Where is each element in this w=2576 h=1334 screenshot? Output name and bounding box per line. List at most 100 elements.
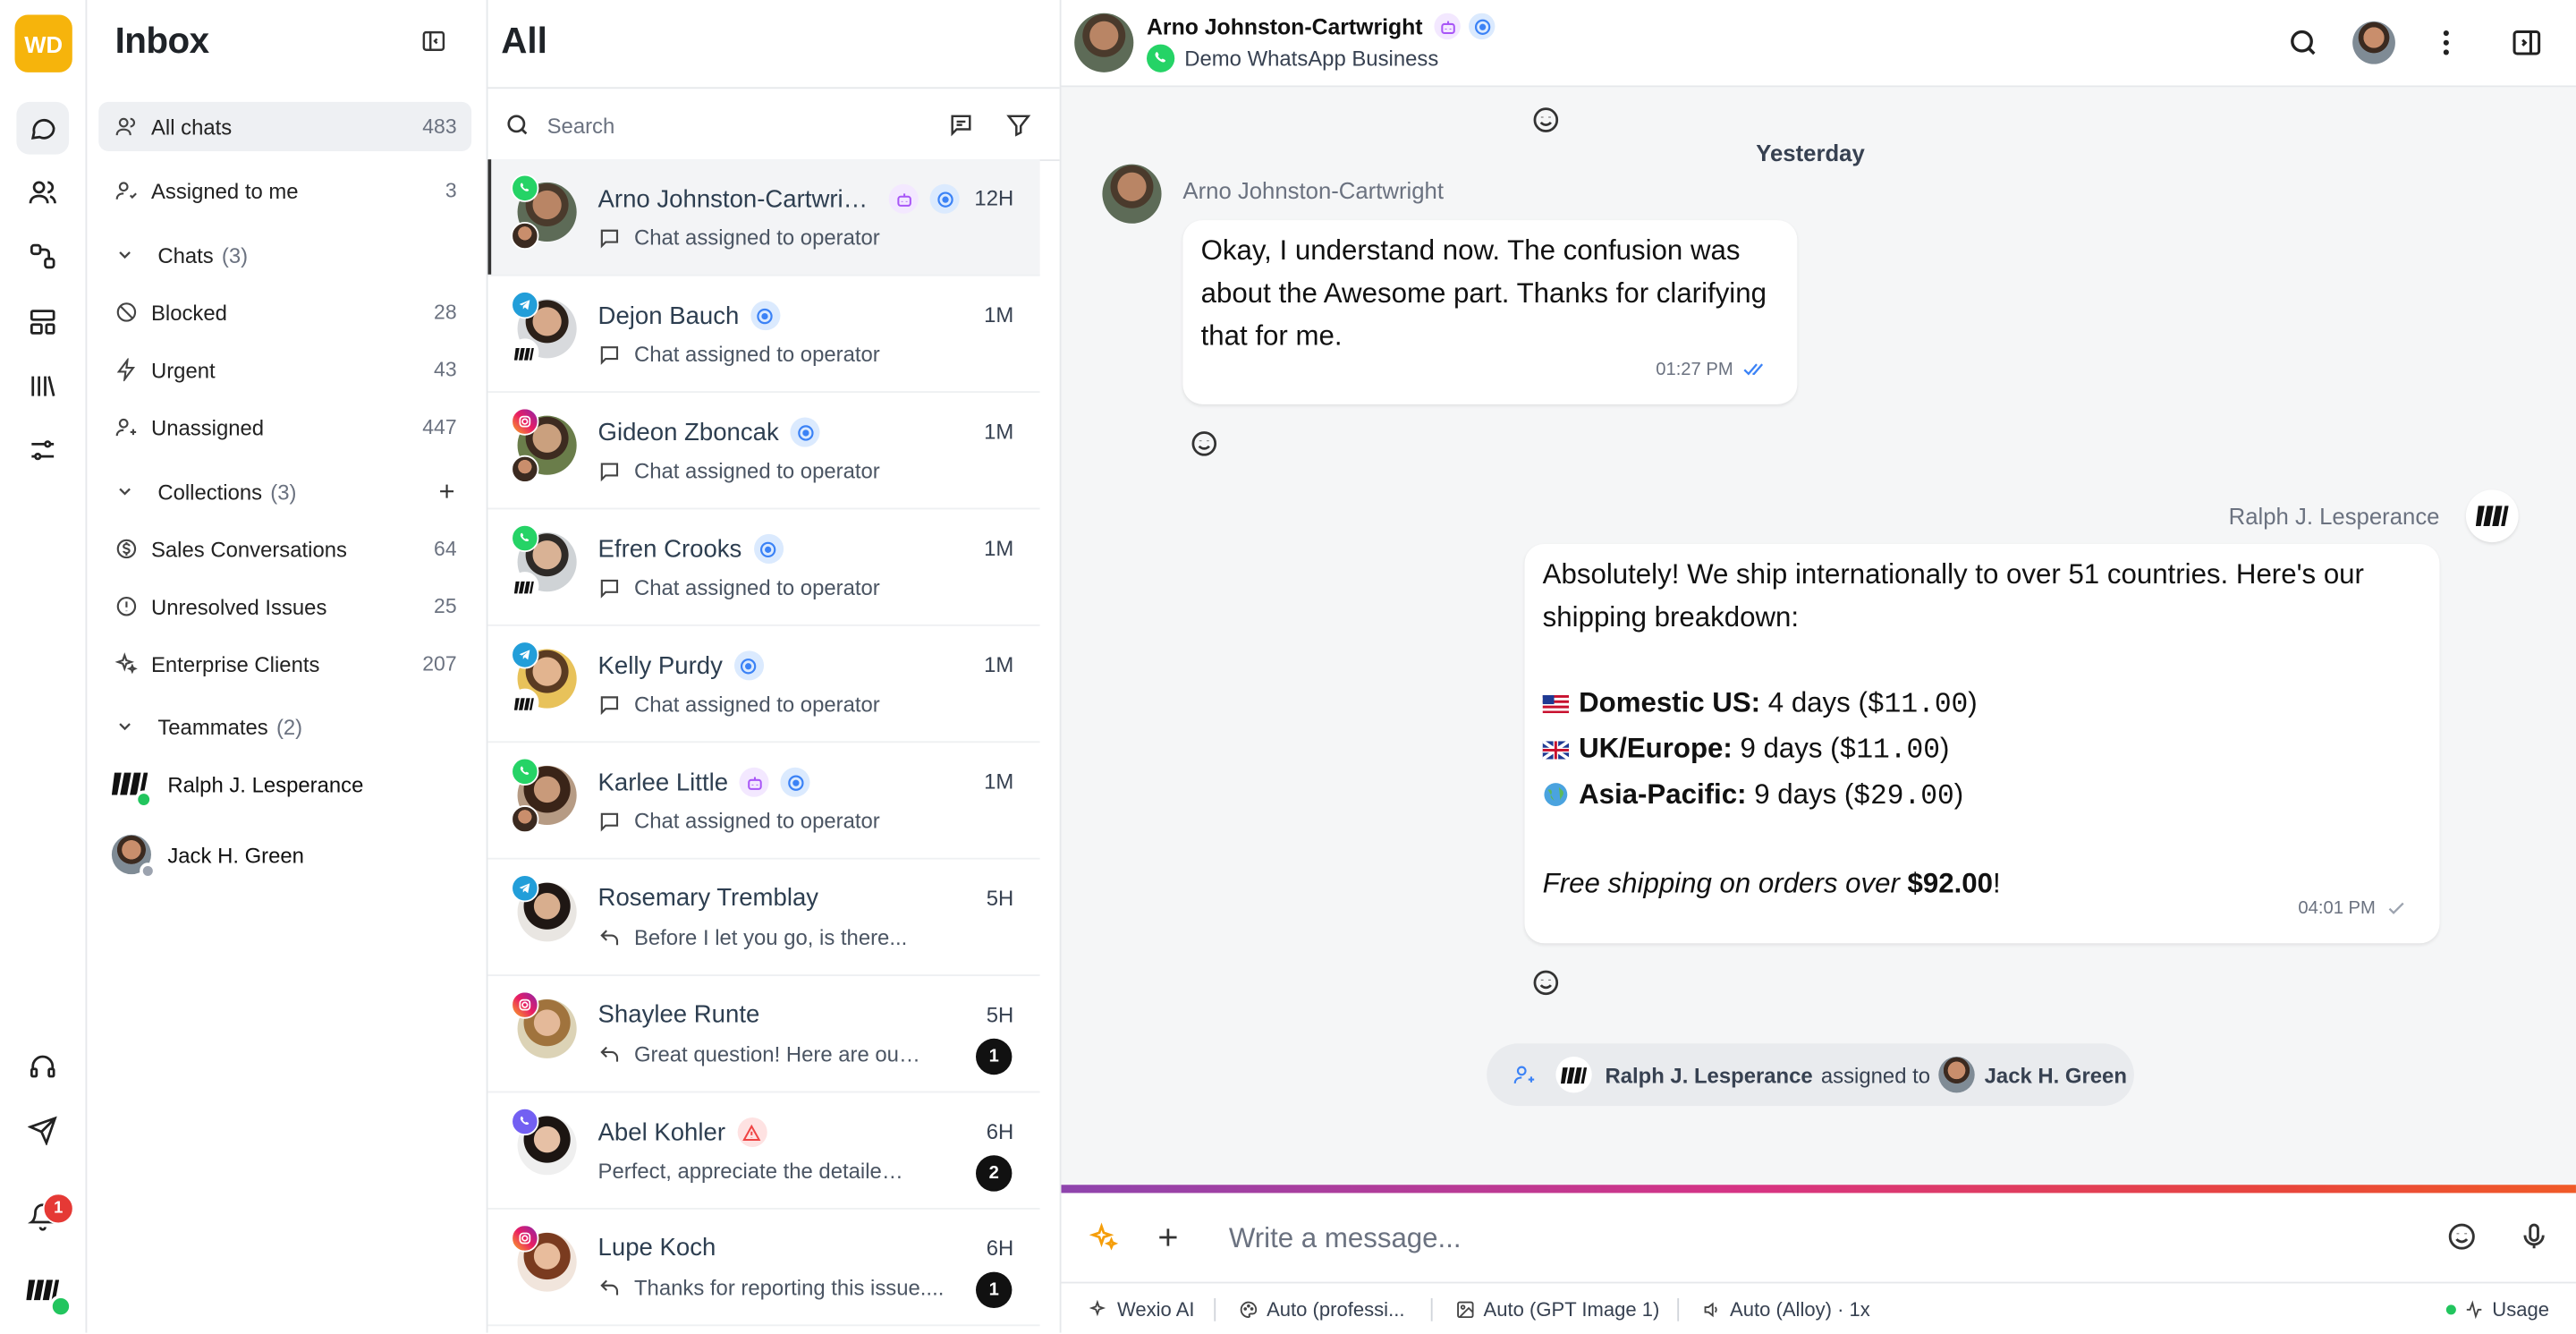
whatsapp-icon (511, 523, 539, 553)
contact-name: Abel Kohler (597, 1117, 726, 1147)
image-model-selector[interactable]: Auto (GPT Image 1) (1455, 1298, 1659, 1321)
contact-name: Arno Johnston-Cartwright (597, 184, 877, 213)
conversation-row[interactable]: Kelly Purdy 1M Chat assigned to operator (487, 626, 1040, 743)
add-reaction-icon[interactable] (1190, 429, 1219, 458)
layout-icon (28, 307, 57, 336)
workspace-logo[interactable]: WD (14, 14, 72, 72)
library-nav-button[interactable] (16, 360, 69, 412)
message-square-icon (598, 810, 622, 833)
sidebar-item-all-chats[interactable]: All chats 483 (98, 101, 472, 151)
conversation-row[interactable]: Karlee Little 1M Chat assigned to operat… (487, 743, 1040, 860)
conversation-row[interactable]: Shaylee Runte 5H Great question! Here ar… (487, 976, 1040, 1093)
whatsapp-icon (511, 174, 539, 202)
conversation-row[interactable]: Arno Johnston-Cartwright 12H Chat assign… (487, 159, 1040, 276)
sidebar-item-label: Unassigned (150, 414, 265, 440)
message-input[interactable] (1225, 1217, 2383, 1261)
conversation-row[interactable]: Rosemary Tremblay 5H Before I let you go… (487, 860, 1040, 976)
conversation-row[interactable]: Abel Kohler 6H Perfect, appreciate the d… (487, 1092, 1040, 1210)
conversation-preview: Perfect, appreciate the detailed... (598, 1159, 911, 1184)
add-reaction-icon[interactable] (1531, 106, 1561, 135)
search-icon (504, 112, 530, 138)
tone-selector[interactable]: Auto (professi... (1239, 1298, 1404, 1321)
add-collection-icon[interactable] (436, 480, 459, 503)
sidebar-item-unresolved-issues[interactable]: Unresolved Issues 25 (98, 582, 471, 631)
conversation-row[interactable]: Dejon Bauch 1M Chat assigned to operator (487, 276, 1040, 393)
telegram-icon (511, 641, 539, 669)
sidebar-item-label: Enterprise Clients (150, 651, 320, 676)
offline-status-dot (140, 862, 157, 879)
contact-name: Arno Johnston-Cartwright (1147, 13, 1423, 39)
sidebar-item-blocked[interactable]: Blocked 28 (98, 287, 471, 336)
bot-icon (1434, 13, 1461, 40)
check-icon (2388, 902, 2404, 914)
voice-selector[interactable]: Auto (Alloy) · 1x (1702, 1298, 1870, 1321)
teammate-ralph[interactable]: Ralph J. Lesperance (111, 766, 363, 809)
operator-icon (733, 650, 764, 681)
to-avatar (1938, 1056, 1975, 1093)
teammates-group-header[interactable]: Teammates (2) (98, 703, 471, 749)
settings-nav-button[interactable] (16, 424, 69, 477)
workflows-nav-button[interactable] (16, 230, 69, 283)
message-square-icon (598, 459, 622, 482)
templates-nav-button[interactable] (16, 296, 69, 349)
add-reaction-icon[interactable] (1531, 968, 1561, 998)
operator-icon (753, 533, 784, 564)
attach-plus-icon[interactable] (1153, 1223, 1182, 1253)
sidebar-item-sales-conversations[interactable]: Sales Conversations 64 (98, 524, 471, 574)
search-input[interactable] (543, 106, 879, 143)
sidebar-item-unassigned[interactable]: Unassigned 447 (98, 403, 471, 452)
instagram-icon (511, 1224, 539, 1253)
preview-text: Chat assigned to operator (633, 225, 880, 251)
contacts-nav-button[interactable] (16, 166, 69, 219)
search-icon[interactable] (2287, 26, 2320, 59)
conversation-row[interactable]: Lupe Koch 6H Thanks for reporting this i… (487, 1210, 1040, 1327)
sender-avatar (1102, 164, 1162, 224)
conversation-name: Arno Johnston-Cartwright (597, 183, 960, 214)
telegram-icon (511, 874, 539, 903)
more-vertical-icon[interactable] (2429, 26, 2462, 59)
conversation-row[interactable]: Efren Crooks 1M Chat assigned to operato… (487, 509, 1040, 626)
ai-sparkle-icon[interactable] (1089, 1222, 1119, 1253)
assignee-avatar (511, 455, 539, 483)
chats-nav-button[interactable] (16, 101, 70, 155)
message-square-icon (598, 343, 622, 366)
collections-group-header[interactable]: Collections (3) (98, 468, 471, 514)
new-chat-icon[interactable] (948, 112, 974, 138)
time-text: 01:27 PM (1656, 360, 1733, 380)
sidebar-item-count: 483 (422, 115, 457, 139)
filter-icon[interactable] (1005, 112, 1031, 138)
outgoing-message[interactable]: Absolutely! We ship internationally to o… (1524, 543, 2440, 944)
support-nav-button[interactable] (16, 1041, 69, 1093)
incoming-message[interactable]: Okay, I understand now. The confusion wa… (1182, 220, 1798, 404)
region-price: $11.00 (1839, 735, 1941, 768)
divider (1214, 1297, 1216, 1321)
ai-toggle[interactable]: Wexio AI (1089, 1298, 1195, 1321)
conversation-row[interactable]: Gideon Zboncak 1M Chat assigned to opera… (487, 393, 1040, 510)
panel-toggle-icon[interactable] (2510, 26, 2543, 59)
sidebar-item-enterprise-clients[interactable]: Enterprise Clients 207 (98, 639, 471, 688)
sidebar-item-count: 25 (434, 594, 457, 618)
message-timestamp: 01:27 PM (1656, 348, 1767, 391)
emoji-icon[interactable] (2446, 1221, 2478, 1253)
sidebar-item-assigned-to-me[interactable]: Assigned to me 3 (98, 166, 471, 216)
chat-panel: Arno Johnston-Cartwright Demo WhatsApp B… (1061, 0, 2576, 1334)
usage-status-dot (2445, 1304, 2456, 1315)
microphone-icon[interactable] (2519, 1221, 2550, 1253)
broadcast-nav-button[interactable] (16, 1104, 69, 1157)
message-sender: Ralph J. Lesperance (2228, 503, 2440, 530)
telegram-icon (511, 291, 539, 319)
usage-button[interactable]: Usage (2445, 1298, 2549, 1321)
contact-name: Shaylee Runte (597, 1000, 760, 1029)
conversation-preview: Chat assigned to operator (598, 225, 880, 251)
chats-group-header[interactable]: Chats (3) (98, 232, 471, 277)
sidebar-item-urgent[interactable]: Urgent 43 (98, 345, 471, 395)
conversation-name: Abel Kohler (597, 1117, 767, 1148)
sidebar-collapse-icon[interactable] (420, 28, 446, 54)
contact-avatar[interactable] (1074, 13, 1134, 72)
assignee-avatar[interactable] (2352, 21, 2395, 64)
message-thread: Yesterday Arno Johnston-Cartwright Okay,… (1062, 87, 2576, 1185)
conversation-time: 6H (986, 1118, 1014, 1144)
teammate-jack[interactable]: Jack H. Green (111, 835, 304, 879)
conversation-preview: Great question! Here are our... (598, 1041, 921, 1066)
reply-icon (598, 926, 622, 949)
